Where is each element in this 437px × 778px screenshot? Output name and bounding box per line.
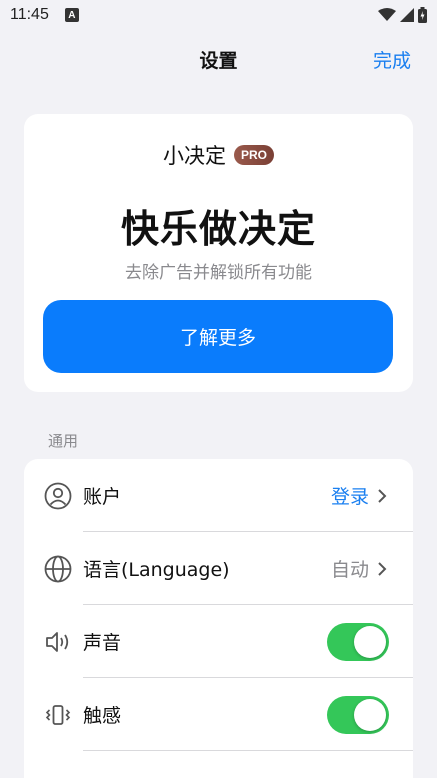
learn-more-button[interactable]: 了解更多 <box>43 300 393 373</box>
chevron-right-icon <box>378 561 387 576</box>
notification-icon: A <box>64 8 79 22</box>
globe-icon <box>44 555 72 583</box>
chevron-right-icon <box>378 488 387 503</box>
login-link[interactable]: 登录 <box>331 482 369 509</box>
signal-icon <box>400 8 414 22</box>
toggle-knob <box>354 625 386 658</box>
battery-icon <box>418 7 427 23</box>
speaker-icon <box>44 628 72 656</box>
app-name-row: 小决定 PRO <box>24 140 413 170</box>
person-circle-icon <box>44 482 72 510</box>
language-value: 自动 <box>331 555 387 582</box>
language-label: 语言(Language) <box>83 559 230 581</box>
sound-toggle[interactable] <box>327 622 389 661</box>
row-divider <box>83 750 413 751</box>
section-label-general: 通用 <box>48 432 79 450</box>
page-title: 设置 <box>199 50 238 72</box>
pro-headline: 快乐做决定 <box>120 207 316 251</box>
language-row[interactable]: 语言(Language) 自动 <box>24 532 413 605</box>
haptics-toggle[interactable] <box>327 695 389 734</box>
done-button[interactable]: 完成 <box>373 46 411 73</box>
pro-promo-card: 小决定 PRO 快乐做决定 去除广告并解锁所有功能 了解更多 <box>24 114 413 392</box>
vibration-icon <box>44 701 72 729</box>
sound-label: 声音 <box>83 632 122 654</box>
pro-badge: PRO <box>233 145 274 165</box>
haptics-label: 触感 <box>83 705 122 727</box>
pro-subtitle: 去除广告并解锁所有功能 <box>125 263 312 283</box>
status-time: 11:45 <box>10 6 49 23</box>
language-current: 自动 <box>330 559 369 581</box>
nav-bar: 设置 完成 <box>0 30 437 86</box>
toggle-knob <box>354 698 386 731</box>
status-bar: 11:45 A <box>0 0 437 30</box>
status-indicators <box>378 7 427 23</box>
general-settings-list: 账户 登录 语言(Language) 自动 声音 触感 <box>24 459 413 778</box>
sound-row: 声音 <box>24 605 413 678</box>
account-value: 登录 <box>331 482 387 509</box>
account-label: 账户 <box>83 486 122 508</box>
haptics-row: 触感 <box>24 678 413 751</box>
wifi-icon <box>378 8 396 21</box>
app-name: 小决定 <box>162 144 226 168</box>
account-row[interactable]: 账户 登录 <box>24 459 413 532</box>
